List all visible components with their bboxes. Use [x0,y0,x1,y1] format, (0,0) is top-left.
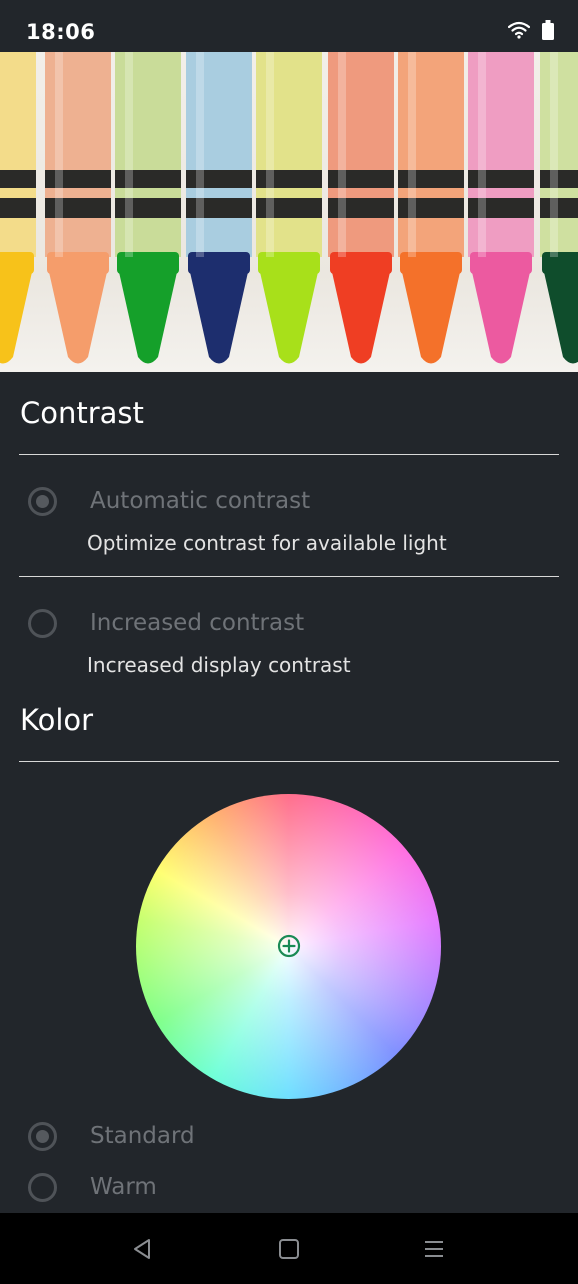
crayon-stripe [540,170,578,188]
automatic-contrast-radio[interactable] [28,487,57,516]
crayon-wrapper [468,52,534,257]
back-icon[interactable] [131,1237,155,1261]
crayon-wrapper [328,52,394,257]
increased-contrast-description: Increased display contrast [87,653,351,677]
status-icons [508,20,554,40]
crayon-stripe [0,198,36,218]
crayon-stripe [256,198,322,218]
standard-radio[interactable] [28,1122,57,1151]
crayon-highlight [338,52,346,257]
crayon-stripe [328,170,394,188]
home-icon[interactable] [277,1237,301,1261]
crayon-stripe [540,198,578,218]
option-divider [19,576,559,577]
crayon-wrapper [115,52,181,257]
color-title: Kolor [20,703,94,737]
crayon-tip [0,272,32,364]
add-circle-icon[interactable] [277,934,301,958]
navigation-bar [0,1213,578,1284]
option-automatic-contrast[interactable]: Automatic contrast Optimize contrast for… [0,470,578,576]
crayon-wrapper [0,52,36,257]
standard-label: Standard [90,1123,195,1149]
crayon-tip [544,272,578,364]
increased-contrast-label: Increased contrast [90,610,305,636]
crayon-highlight [478,52,486,257]
status-time: 18:06 [26,20,96,44]
increased-contrast-radio[interactable] [28,609,57,638]
crayon-wrapper [45,52,111,257]
crayon-wrapper [186,52,252,257]
color-divider [19,761,559,762]
option-increased-contrast[interactable]: Increased contrast Increased display con… [0,592,578,692]
warm-radio[interactable] [28,1173,57,1202]
option-warm[interactable]: Warm [0,1164,578,1212]
crayon-stripe [398,198,464,218]
automatic-contrast-description: Optimize contrast for available light [87,531,447,555]
crayon-stripe [0,170,36,188]
crayon-tip [402,272,460,364]
option-standard[interactable]: Standard [0,1112,578,1162]
crayon-tip [472,272,530,364]
crayon-wrapper [398,52,464,257]
battery-icon [542,20,554,40]
crayon-highlight [125,52,133,257]
contrast-title: Contrast [20,396,144,430]
crayon-highlight [408,52,416,257]
crayon-tip [260,272,318,364]
status-bar: 18:06 [0,0,578,52]
crayon-tip [332,272,390,364]
wifi-icon [508,21,530,39]
crayon-stripe [468,198,534,218]
crayon-stripe [398,170,464,188]
contrast-divider [19,454,559,455]
crayon-highlight [196,52,204,257]
header-image [0,52,578,372]
crayon-wrapper [256,52,322,257]
warm-label: Warm [90,1174,157,1200]
crayon-wrapper [540,52,578,257]
crayon-stripe [186,170,252,188]
crayon-stripe [186,198,252,218]
crayon-stripe [328,198,394,218]
crayons-illustration [0,52,578,364]
crayon-stripe [468,170,534,188]
crayon-stripe [115,170,181,188]
crayon-stripe [115,198,181,218]
crayon-highlight [55,52,63,257]
crayon-stripe [256,170,322,188]
automatic-contrast-label: Automatic contrast [90,488,311,514]
crayon-stripe [45,198,111,218]
crayon-highlight [550,52,558,257]
crayon-tip [190,272,248,364]
crayon-highlight [266,52,274,257]
menu-icon[interactable] [422,1237,446,1261]
crayon-wax [542,252,578,274]
crayon-tip [49,272,107,364]
crayon-wax [0,252,34,274]
crayon-tip [119,272,177,364]
crayon-stripe [45,170,111,188]
